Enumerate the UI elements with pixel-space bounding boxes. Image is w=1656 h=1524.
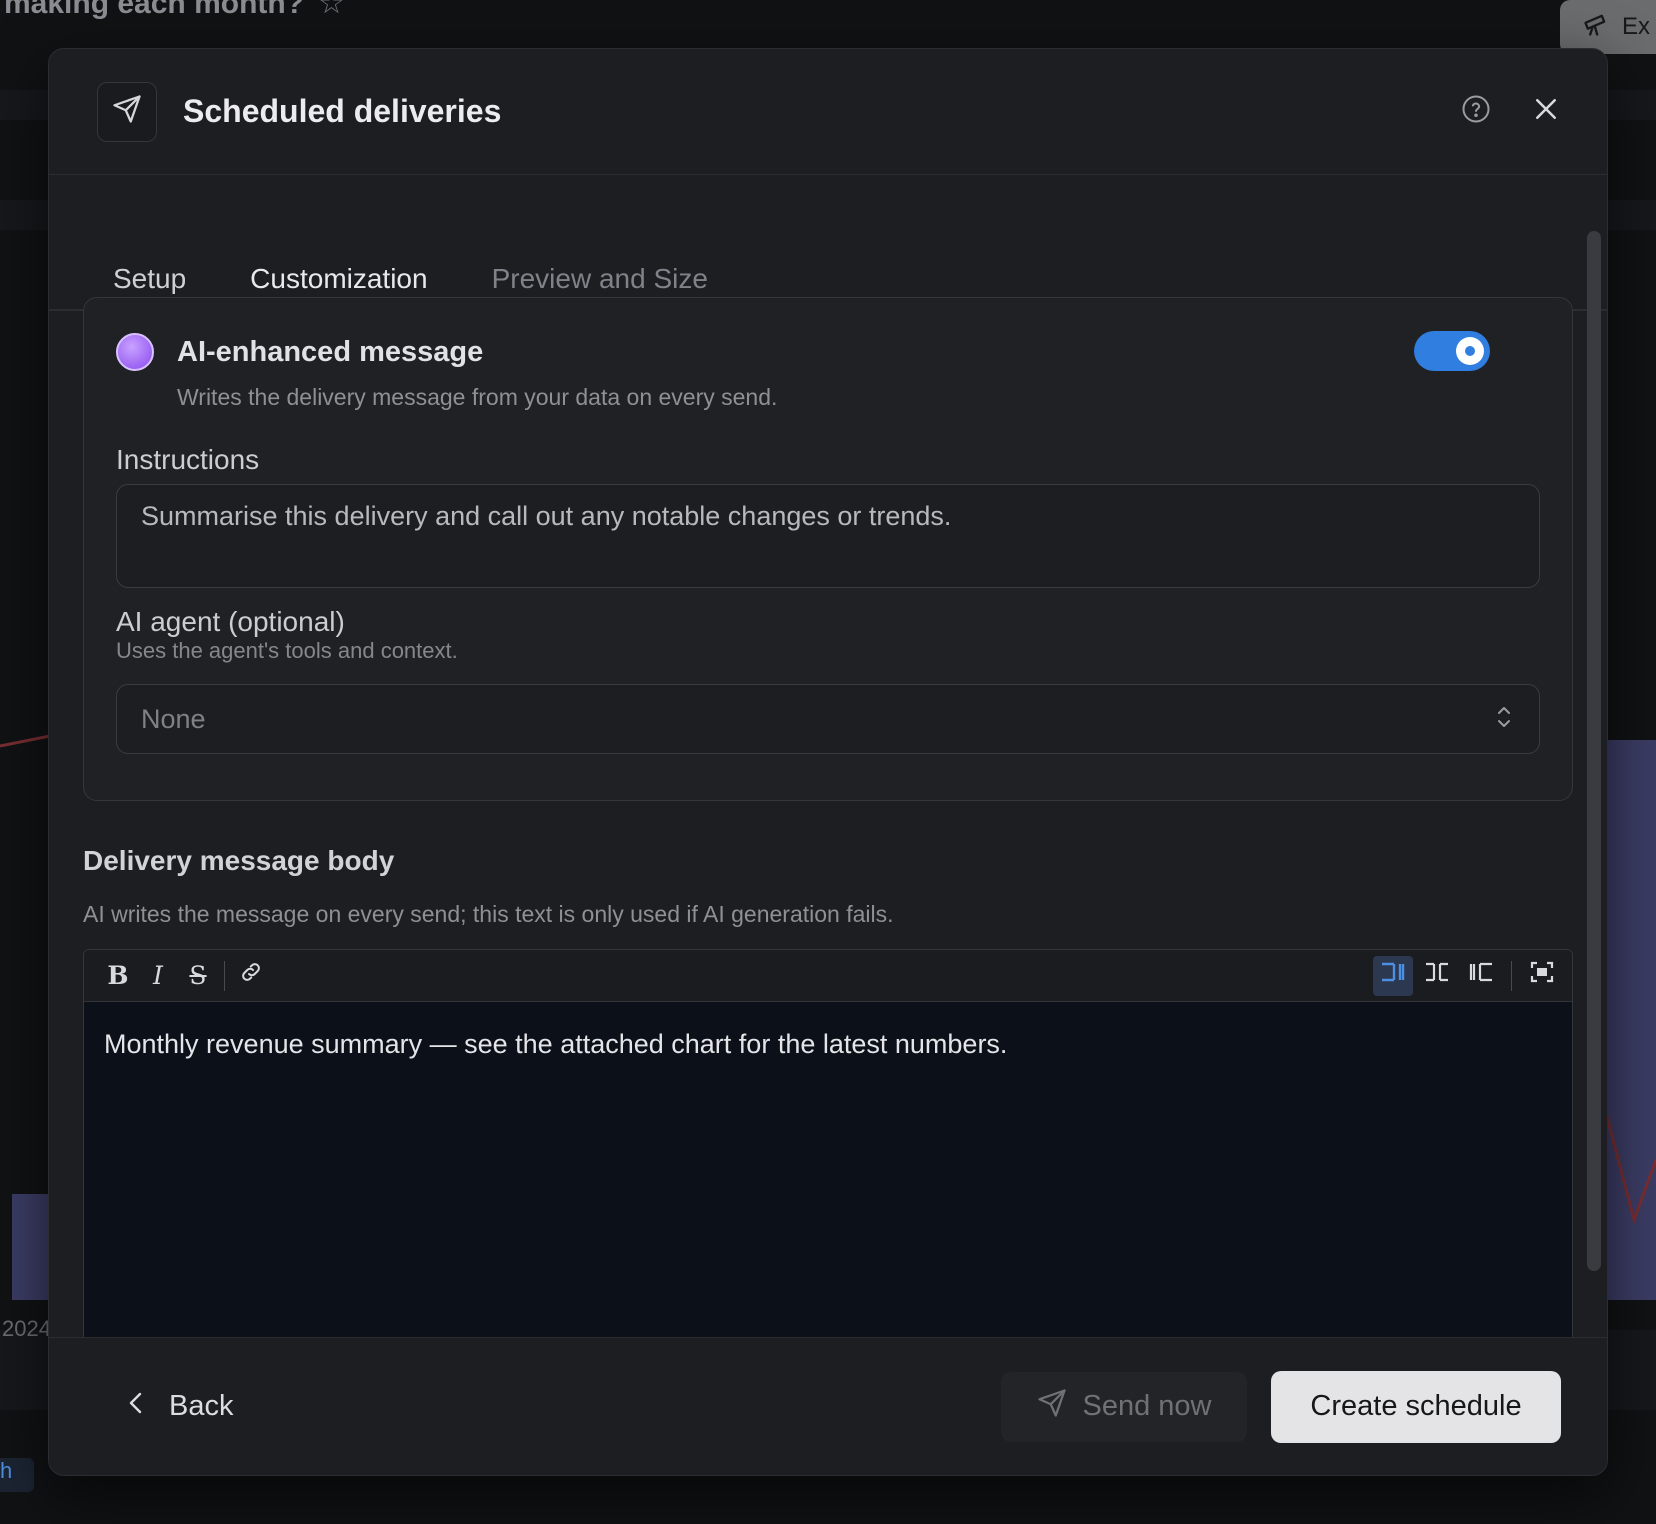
chevron-up-down-icon <box>1493 704 1515 735</box>
editor-content[interactable]: Monthly revenue summary — see the attach… <box>84 1002 1572 1088</box>
modal-header: Scheduled deliveries <box>49 49 1607 175</box>
background-axis-label: 2024 <box>2 1316 51 1341</box>
background-chip: h <box>0 1458 34 1492</box>
fullscreen-icon <box>1530 961 1554 990</box>
close-button[interactable] <box>1531 94 1561 129</box>
modal-title: Scheduled deliveries <box>183 93 502 129</box>
create-schedule-button[interactable]: Create schedule <box>1271 1370 1561 1443</box>
message-body-label: Delivery message body <box>83 845 395 876</box>
ai-agent-select[interactable]: None <box>116 684 1540 754</box>
link-button[interactable] <box>231 956 271 996</box>
instructions-label: Instructions <box>116 444 260 475</box>
layout-split-button[interactable] <box>1417 956 1457 996</box>
send-icon <box>1037 1388 1067 1426</box>
footer-actions: Send now Create schedule <box>1001 1370 1561 1443</box>
message-body-help: AI writes the message on every send; thi… <box>83 901 894 927</box>
send-icon <box>112 94 142 129</box>
layout-left-icon <box>1468 961 1494 990</box>
help-button[interactable] <box>1461 94 1491 129</box>
ai-card-title: AI-enhanced message <box>177 336 484 368</box>
header-icon-box <box>97 81 157 142</box>
send-now-button[interactable]: Send now <box>1001 1371 1247 1442</box>
toolbar-divider <box>224 960 225 991</box>
editor-view-controls <box>1373 955 1562 996</box>
instructions-textarea[interactable]: Summarise this delivery and call out any… <box>116 484 1540 588</box>
link-icon <box>239 960 263 991</box>
header-actions <box>1461 94 1561 129</box>
ai-card-subtitle: Writes the delivery message from your da… <box>177 384 778 410</box>
close-icon <box>1531 94 1561 129</box>
modal-scrollbar[interactable] <box>1587 231 1601 1271</box>
telescope-icon <box>1582 10 1610 45</box>
fullscreen-button[interactable] <box>1522 956 1562 996</box>
ai-enabled-toggle[interactable] <box>1414 331 1490 371</box>
italic-button[interactable]: I <box>138 956 178 996</box>
layout-split-icon <box>1424 961 1450 990</box>
ai-enhanced-card: AI-enhanced message Writes the delivery … <box>83 297 1573 801</box>
bold-button[interactable]: B <box>98 956 138 996</box>
tab-bar: Setup Customization Preview and Size <box>49 175 1607 311</box>
ai-sparkle-icon <box>116 333 154 371</box>
background-chart-bar <box>12 1194 52 1300</box>
layout-left-button[interactable] <box>1461 956 1501 996</box>
background-chart-line <box>1600 1089 1656 1226</box>
modal-footer: Back Send now Create schedule <box>49 1337 1607 1475</box>
message-body-editor: B I S Monthly revenue summary — see the … <box>83 949 1573 1369</box>
star-icon: ☆ <box>318 0 345 20</box>
help-icon <box>1461 94 1491 129</box>
ai-agent-label: AI agent (optional) <box>116 606 345 637</box>
toolbar-divider <box>1511 960 1512 991</box>
background-page-title: making each month? ☆ <box>4 0 345 21</box>
ai-agent-help: Uses the agent's tools and context. <box>116 638 458 663</box>
editor-toolbar: B I S <box>84 950 1572 1002</box>
chevron-left-icon <box>127 1390 145 1424</box>
scheduled-deliveries-modal: Scheduled deliveries Setup Customization… <box>48 48 1608 1476</box>
explore-button: Ex <box>1560 0 1656 54</box>
strikethrough-button[interactable]: S <box>178 956 218 996</box>
send-now-label: Send now <box>1082 1390 1212 1422</box>
layout-right-icon <box>1380 961 1406 990</box>
back-label: Back <box>169 1390 234 1422</box>
toggle-knob <box>1456 337 1484 365</box>
ai-agent-select-value: None <box>141 703 206 734</box>
layout-right-button[interactable] <box>1373 955 1413 996</box>
back-button[interactable]: Back <box>127 1390 233 1424</box>
